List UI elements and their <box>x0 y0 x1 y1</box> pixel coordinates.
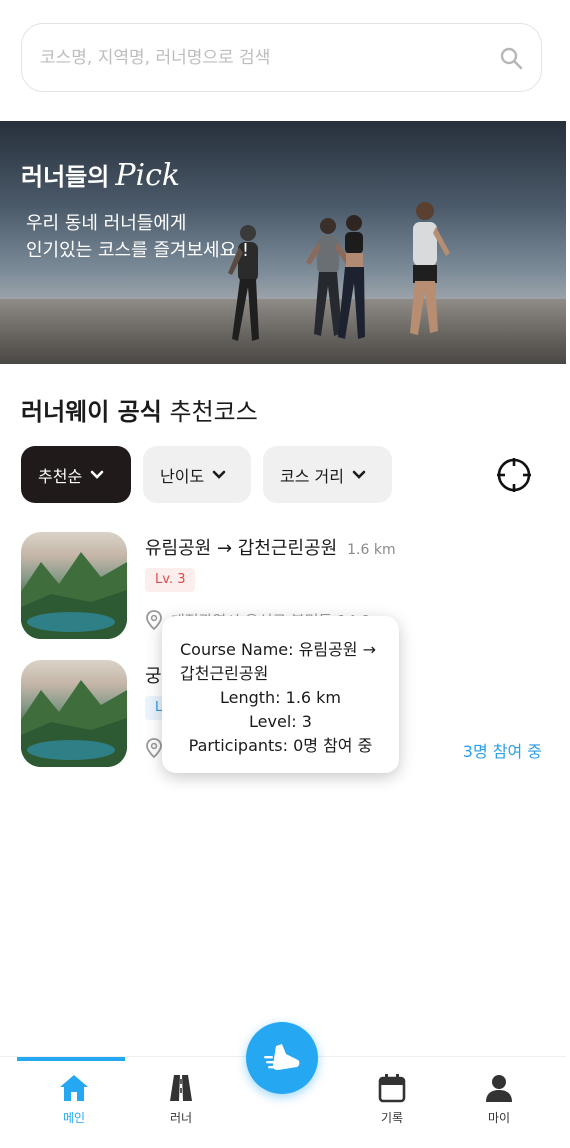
chevron-down-icon <box>212 470 226 479</box>
banner-subtitle: 우리 동네 러너들에게 인기있는 코스를 즐겨보세요 ! <box>26 213 250 261</box>
home-icon <box>60 1075 88 1101</box>
location-pin-icon <box>146 738 162 758</box>
promo-banner[interactable]: 러너들의 Pick 우리 동네 러너들에게 인기있는 코스를 즐겨보세요 ! <box>0 121 566 364</box>
location-pin-icon <box>146 610 162 630</box>
tooltip-course-name: Course Name: 유림공원 → <box>180 640 376 659</box>
search-icon[interactable] <box>499 46 523 70</box>
section-title: 러너웨이 공식 추천코스 <box>21 398 258 426</box>
banner-wall <box>0 299 566 364</box>
course-info-tooltip: Course Name: 유림공원 → 갑천근린공원 Length: 1.6 k… <box>162 616 399 773</box>
road-icon <box>170 1075 192 1101</box>
course-name: 유림공원 → 갑천근린공원 1.6 km <box>145 538 396 559</box>
search-input[interactable] <box>40 24 500 91</box>
person-icon <box>486 1075 512 1102</box>
course-name: 궁 <box>145 666 162 687</box>
search-bar[interactable] <box>21 23 542 92</box>
chevron-down-icon <box>352 470 366 479</box>
start-run-fab[interactable] <box>246 1022 318 1094</box>
tooltip-participants: Participants: 0명 참여 중 <box>188 736 373 755</box>
level-badge: Lv. 3 <box>145 568 196 592</box>
filter-chip-recommended[interactable]: 추천순 <box>21 446 131 503</box>
runner-silhouette-3 <box>338 215 365 339</box>
nav-item-runner[interactable]: 러너 <box>141 1073 221 1126</box>
course-thumbnail <box>21 660 127 767</box>
crosshair-location-icon[interactable] <box>496 457 532 493</box>
filter-chip-difficulty[interactable]: 난이도 <box>143 446 251 503</box>
tooltip-level: Level: 3 <box>249 712 312 731</box>
participants-count: 3명 참여 중 <box>462 742 542 761</box>
tooltip-course-name-cont: 갑천근린공원 <box>180 664 269 683</box>
chevron-down-icon <box>90 470 104 479</box>
runner-silhouette-4 <box>410 202 450 335</box>
nav-item-records[interactable]: 기록 <box>352 1073 432 1126</box>
calendar-icon <box>378 1074 406 1103</box>
nav-item-main[interactable]: 메인 <box>34 1073 114 1126</box>
active-tab-indicator <box>17 1057 125 1061</box>
filter-chip-distance[interactable]: 코스 거리 <box>263 446 392 503</box>
running-shoe-icon <box>264 1044 300 1070</box>
nav-item-my[interactable]: 마이 <box>459 1073 539 1126</box>
banner-title: 러너들의 Pick <box>21 158 181 193</box>
course-thumbnail <box>21 532 127 639</box>
tooltip-length: Length: 1.6 km <box>219 688 342 707</box>
